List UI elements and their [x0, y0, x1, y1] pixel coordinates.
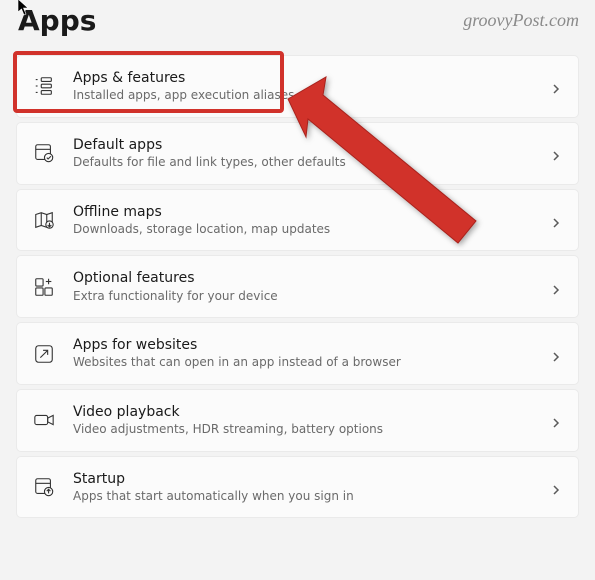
- row-default-apps[interactable]: Default apps Defaults for file and link …: [16, 122, 579, 185]
- row-subtitle: Installed apps, app execution aliases: [73, 88, 532, 104]
- row-title: Default apps: [73, 136, 532, 154]
- row-offline-maps[interactable]: Offline maps Downloads, storage location…: [16, 189, 579, 252]
- row-startup[interactable]: Startup Apps that start automatically wh…: [16, 456, 579, 519]
- offline-maps-icon: [33, 209, 55, 231]
- chevron-right-icon: [550, 348, 562, 360]
- header: Apps groovyPost.com: [16, 0, 579, 55]
- row-title: Apps for websites: [73, 336, 532, 354]
- row-subtitle: Defaults for file and link types, other …: [73, 155, 532, 171]
- row-subtitle: Video adjustments, HDR streaming, batter…: [73, 422, 532, 438]
- apps-for-websites-icon: [33, 343, 55, 365]
- row-subtitle: Websites that can open in an app instead…: [73, 355, 532, 371]
- watermark: groovyPost.com: [463, 10, 579, 31]
- row-title: Video playback: [73, 403, 532, 421]
- row-apps-for-websites[interactable]: Apps for websites Websites that can open…: [16, 322, 579, 385]
- row-text: Apps for websites Websites that can open…: [73, 336, 532, 371]
- row-title: Apps & features: [73, 69, 532, 87]
- row-text: Default apps Defaults for file and link …: [73, 136, 532, 171]
- startup-icon: [33, 476, 55, 498]
- chevron-right-icon: [550, 147, 562, 159]
- row-apps-features[interactable]: Apps & features Installed apps, app exec…: [16, 55, 579, 118]
- chevron-right-icon: [550, 214, 562, 226]
- cursor-icon: [17, 0, 31, 21]
- row-text: Startup Apps that start automatically wh…: [73, 470, 532, 505]
- row-subtitle: Apps that start automatically when you s…: [73, 489, 532, 505]
- row-text: Video playback Video adjustments, HDR st…: [73, 403, 532, 438]
- video-playback-icon: [33, 409, 55, 431]
- row-subtitle: Downloads, storage location, map updates: [73, 222, 532, 238]
- chevron-right-icon: [550, 281, 562, 293]
- optional-features-icon: [33, 276, 55, 298]
- default-apps-icon: [33, 142, 55, 164]
- chevron-right-icon: [550, 481, 562, 493]
- settings-list: Apps & features Installed apps, app exec…: [16, 55, 579, 518]
- row-optional-features[interactable]: Optional features Extra functionality fo…: [16, 255, 579, 318]
- row-title: Offline maps: [73, 203, 532, 221]
- row-video-playback[interactable]: Video playback Video adjustments, HDR st…: [16, 389, 579, 452]
- row-subtitle: Extra functionality for your device: [73, 289, 532, 305]
- page-title: Apps: [18, 4, 96, 37]
- row-text: Apps & features Installed apps, app exec…: [73, 69, 532, 104]
- chevron-right-icon: [550, 80, 562, 92]
- row-title: Startup: [73, 470, 532, 488]
- row-text: Optional features Extra functionality fo…: [73, 269, 532, 304]
- apps-features-icon: [33, 75, 55, 97]
- chevron-right-icon: [550, 414, 562, 426]
- row-title: Optional features: [73, 269, 532, 287]
- row-text: Offline maps Downloads, storage location…: [73, 203, 532, 238]
